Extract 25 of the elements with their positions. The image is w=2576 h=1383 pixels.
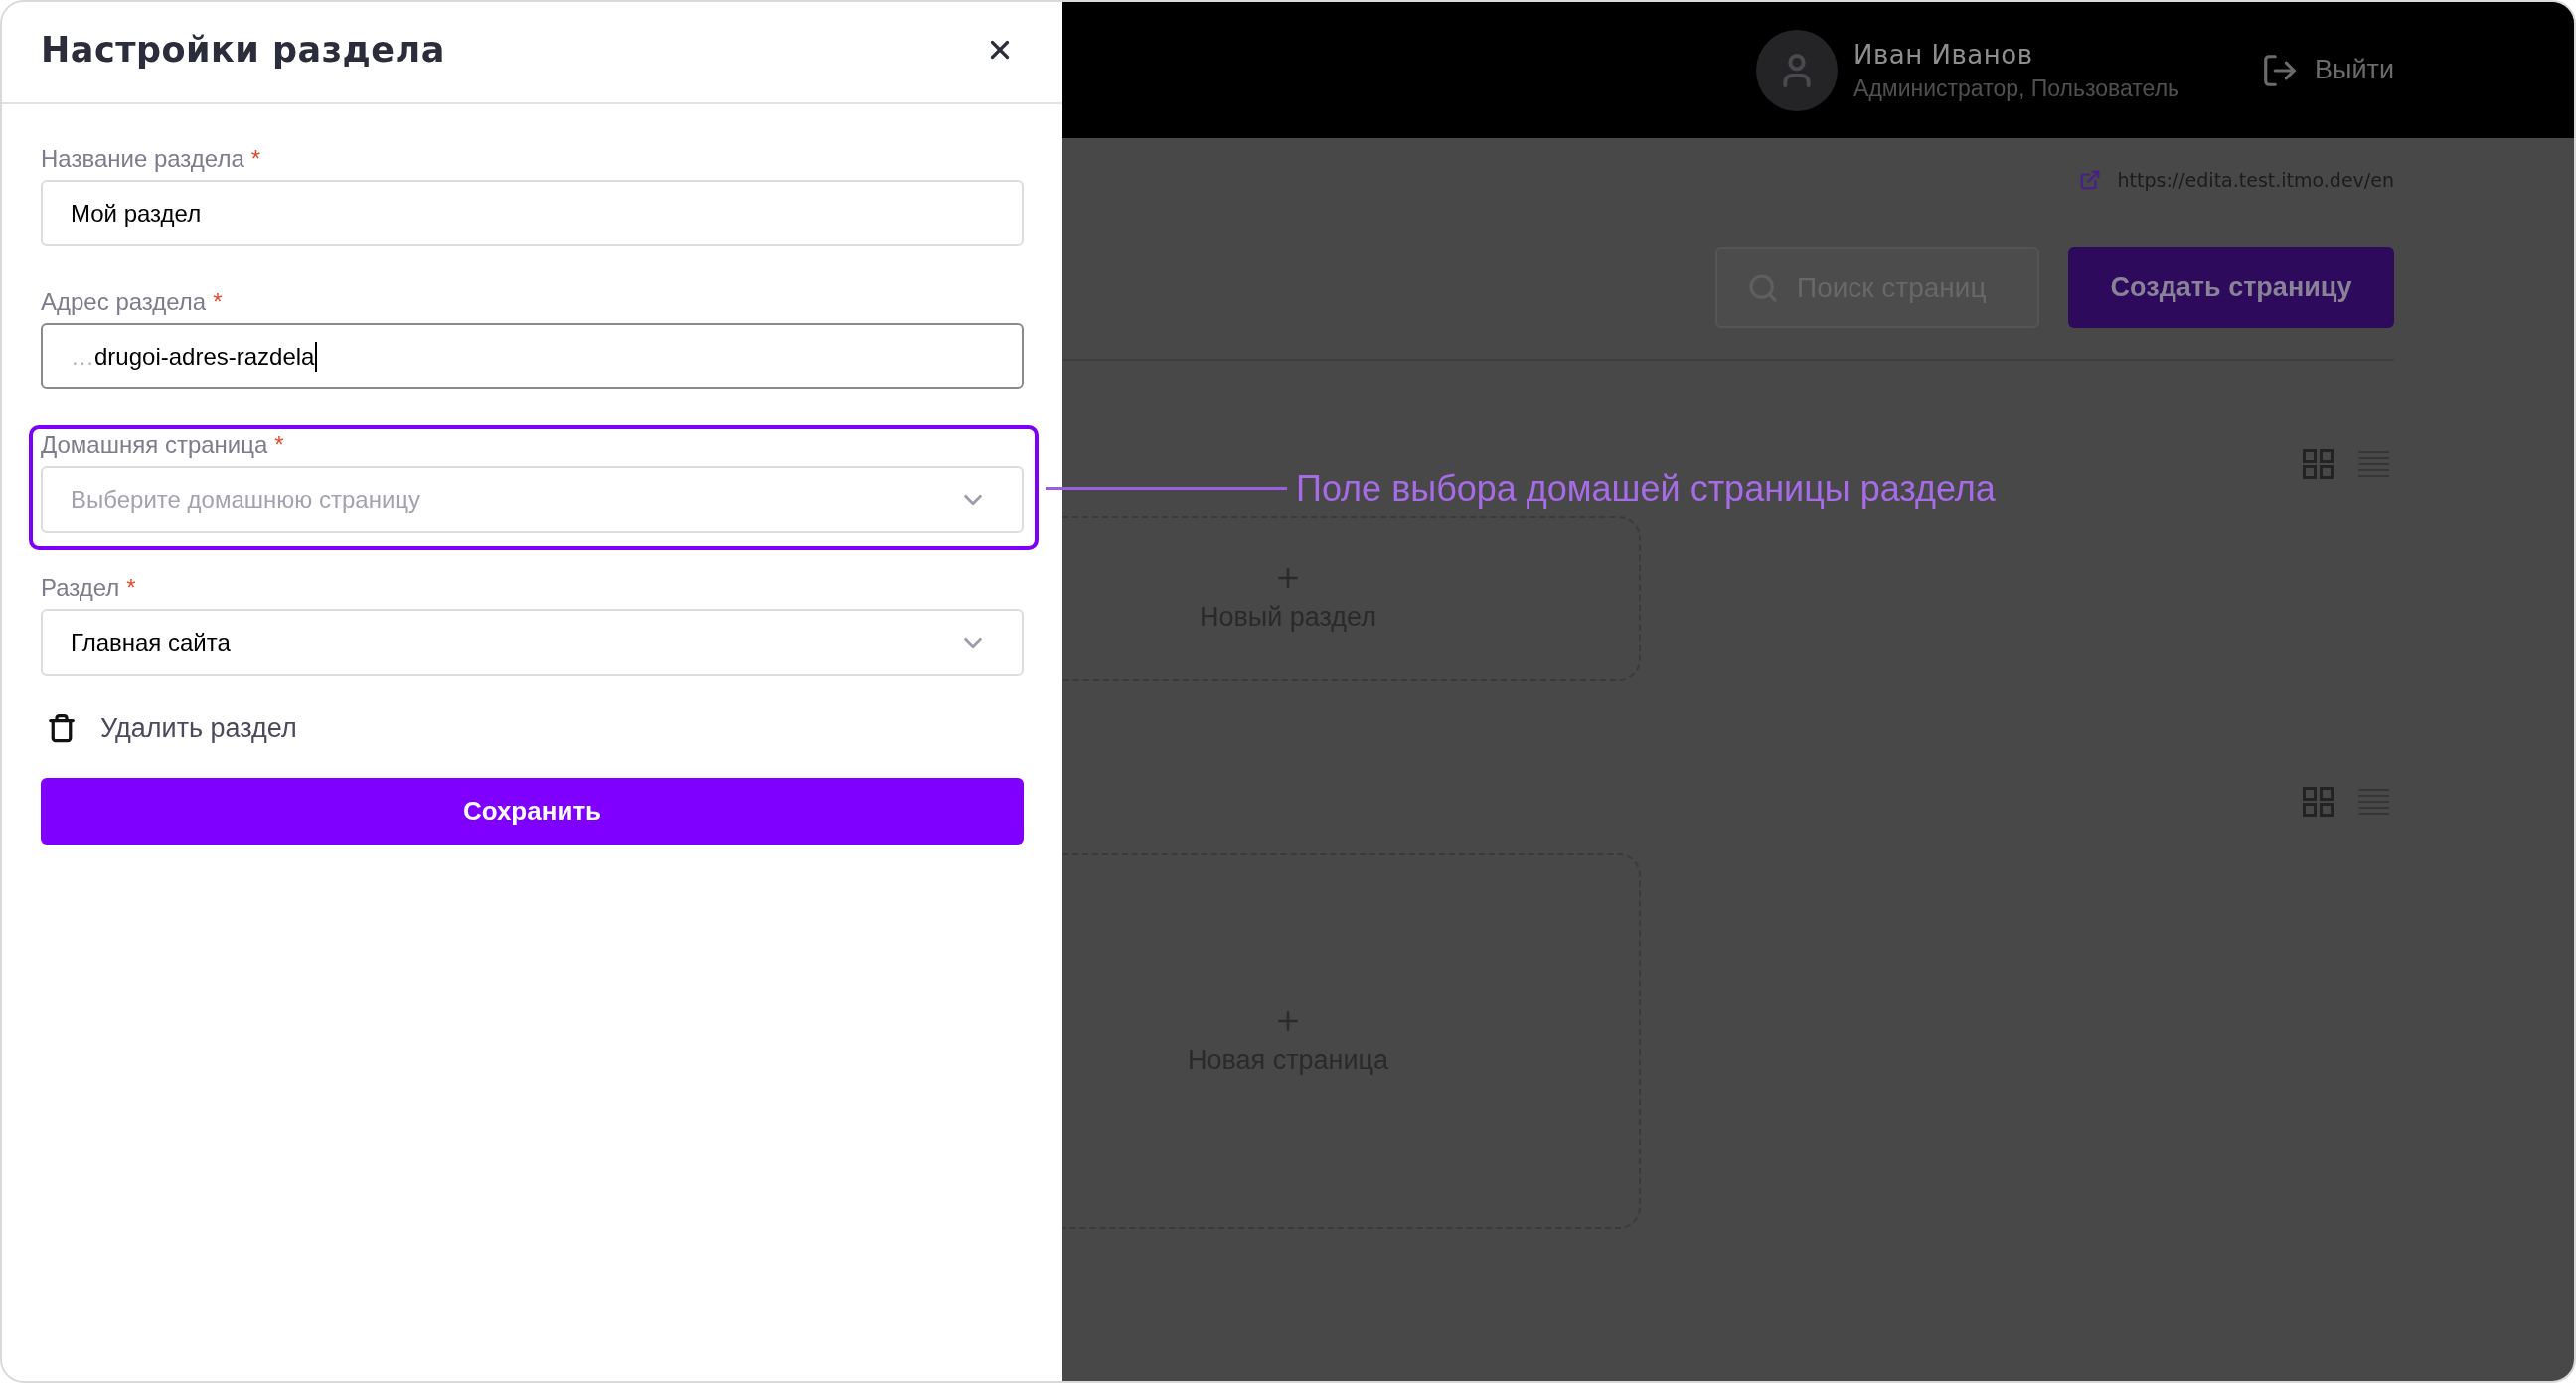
user-roles: Администратор, Пользователь xyxy=(1853,74,2180,102)
grid-view-icon[interactable] xyxy=(2303,449,2334,479)
required-mark: * xyxy=(250,144,261,174)
text-input[interactable]: Мой раздел xyxy=(41,180,1024,246)
required-mark: * xyxy=(274,430,284,460)
trash-icon xyxy=(47,713,77,743)
field-label: Домашняя страница xyxy=(41,430,268,460)
create-page-button[interactable]: Создать страницу xyxy=(2068,247,2394,328)
user-name: Иван Иванов xyxy=(1853,38,2034,71)
logout-button[interactable]: Выйти xyxy=(2261,50,2394,90)
select-field[interactable]: Главная сайта xyxy=(41,609,1024,676)
text-input[interactable]: …drugoi-adres-razdela xyxy=(41,323,1024,389)
grid-view-icon[interactable] xyxy=(2303,787,2334,817)
drawer-title: Настройки раздела xyxy=(41,28,445,72)
required-mark: * xyxy=(213,287,223,317)
external-link-icon xyxy=(2078,169,2101,191)
text-cursor xyxy=(315,341,318,372)
field-label: Раздел xyxy=(41,573,120,603)
save-button[interactable]: Сохранить xyxy=(41,778,1024,845)
select-field[interactable]: Выберите домашнюю страницу xyxy=(41,466,1024,533)
field-label: Адрес раздела xyxy=(41,287,207,317)
field-label: Название раздела xyxy=(41,144,244,174)
callout-text: Поле выбора домашей страницы раздела xyxy=(1296,467,1996,510)
delete-button[interactable]: Удалить раздел xyxy=(47,713,297,743)
required-mark: * xyxy=(126,573,136,603)
